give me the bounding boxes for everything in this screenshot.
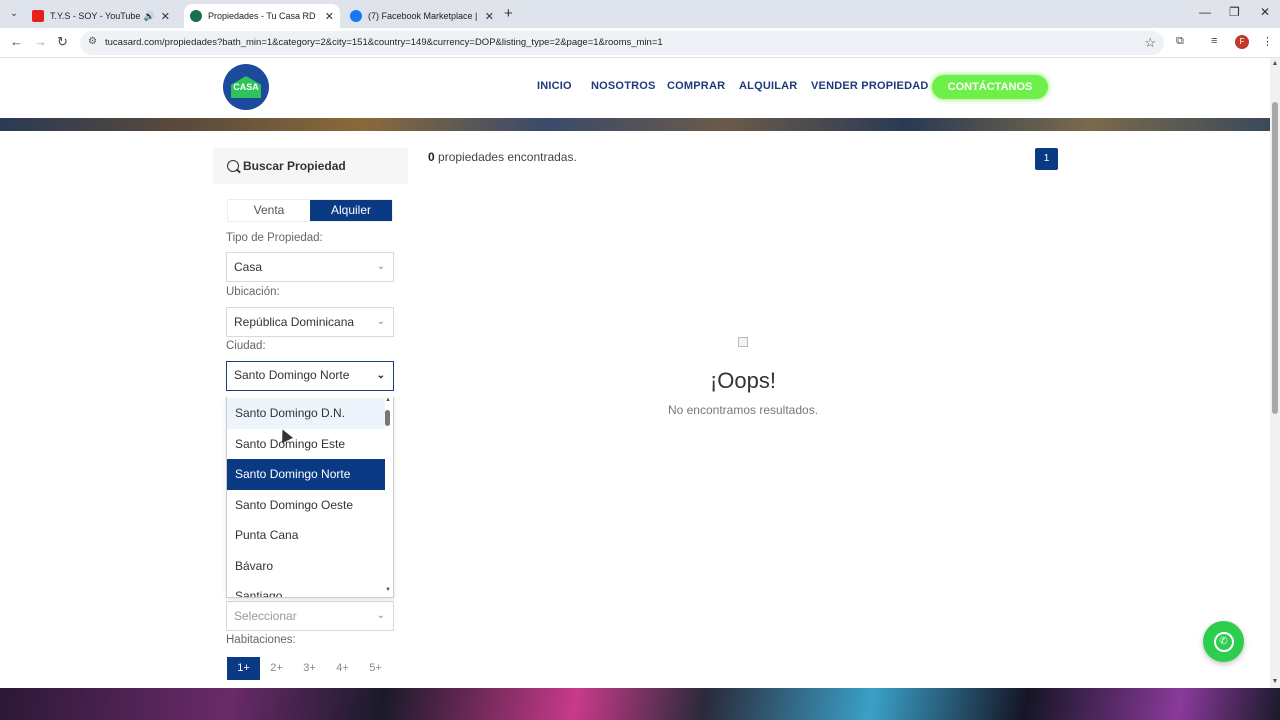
results-count-number: 0 [428, 150, 435, 164]
scrollbar-thumb[interactable] [1272, 102, 1278, 414]
forward-icon[interactable]: → [34, 34, 47, 49]
tipo-select[interactable]: Casa ⌄ [226, 252, 394, 282]
ciudad-label: Ciudad: [226, 340, 266, 352]
city-dropdown-list: Santo Domingo D.N. Santo Domingo Este Sa… [226, 397, 394, 598]
address-bar[interactable]: ⚙ tucasard.com/propiedades?bath_min=1&ca… [80, 31, 1164, 55]
tab-search-chevron-icon[interactable]: ⌄ [6, 6, 22, 22]
listing-type-toggle: Venta Alquiler [227, 199, 393, 222]
whatsapp-button[interactable]: ✆ [1203, 621, 1244, 662]
minimize-icon[interactable]: — [1199, 5, 1211, 19]
ubicacion-select[interactable]: República Dominicana ⌄ [226, 307, 394, 337]
results-count: 0 propiedades encontradas. [428, 150, 577, 164]
ubicacion-select-value: República Dominicana [234, 315, 355, 329]
back-icon[interactable]: ← [10, 34, 23, 49]
page-scrollbar[interactable]: ▲ ▼ [1270, 58, 1280, 688]
footer-banner-image [0, 688, 1280, 720]
sidebar-header: Buscar Propiedad [213, 148, 408, 184]
rooms-option-4[interactable]: 4+ [326, 657, 359, 680]
scroll-up-icon[interactable]: ▲ [383, 397, 393, 403]
tipo-select-value: Casa [234, 260, 263, 274]
hero-banner-image [0, 118, 1270, 131]
ubicacion-label: Ubicación: [226, 286, 280, 298]
close-tab-icon[interactable]: ✕ [161, 10, 170, 23]
rooms-option-3[interactable]: 3+ [293, 657, 326, 680]
city-option[interactable]: Santo Domingo D.N. [227, 398, 385, 429]
menu-kebab-icon[interactable]: ⋮ [1262, 35, 1273, 48]
new-tab-icon[interactable]: + [504, 5, 513, 22]
browser-toolbar: ← → ↻ ⚙ tucasard.com/propiedades?bath_mi… [0, 28, 1280, 58]
rooms-option-2[interactable]: 2+ [260, 657, 293, 680]
nav-alquilar[interactable]: ALQUILAR [739, 80, 797, 92]
scroll-down-icon[interactable]: ▼ [383, 587, 393, 593]
search-icon [227, 160, 239, 172]
profile-avatar[interactable]: F [1235, 35, 1249, 49]
dropdown-scrollbar[interactable]: ▲ ▼ [383, 397, 393, 597]
contact-button[interactable]: CONTÁCTANOS [932, 75, 1048, 99]
media-icon[interactable]: ≡ [1211, 35, 1217, 47]
bookmark-star-icon[interactable]: ☆ [1144, 35, 1156, 51]
city-option[interactable]: Santo Domingo Este [227, 429, 385, 460]
dropdown-scrollbar-thumb[interactable] [385, 410, 390, 426]
secondary-select-placeholder: Seleccionar [234, 609, 297, 623]
close-window-icon[interactable]: ✕ [1260, 5, 1270, 19]
chevron-down-icon: ⌄ [376, 370, 385, 381]
tucasard-favicon-icon [190, 10, 202, 22]
browser-tab-bar: ⌄ T.Y.S - SOY - YouTube 🔊 ✕ Propiedades … [0, 0, 1280, 28]
tipo-label: Tipo de Propiedad: [226, 232, 323, 244]
chevron-down-icon: ⌄ [376, 316, 385, 327]
speaker-icon[interactable]: 🔊 [144, 11, 155, 22]
city-option[interactable]: Santo Domingo Oeste [227, 490, 385, 521]
house-logo-icon: CASA [231, 76, 261, 98]
close-tab-icon[interactable]: ✕ [485, 10, 494, 23]
rooms-option-5[interactable]: 5+ [359, 657, 392, 680]
city-option-selected[interactable]: Santo Domingo Norte [227, 459, 385, 490]
chevron-down-icon: ⌄ [376, 610, 385, 621]
rooms-selector: 1+ 2+ 3+ 4+ 5+ [227, 657, 392, 680]
url-text[interactable]: tucasard.com/propiedades?bath_min=1&cate… [105, 37, 663, 48]
empty-state-title: ¡Oops! [709, 368, 777, 393]
close-tab-icon[interactable]: ✕ [325, 10, 334, 23]
tab-youtube[interactable]: T.Y.S - SOY - YouTube 🔊 ✕ [26, 4, 176, 28]
reload-icon[interactable]: ↻ [57, 34, 68, 50]
scroll-down-icon[interactable]: ▼ [1270, 678, 1280, 685]
city-option[interactable]: Bávaro [227, 551, 385, 582]
secondary-select[interactable]: Seleccionar ⌄ [226, 601, 394, 631]
city-option[interactable]: Santiago [227, 581, 385, 597]
site-header: CASA INICIO NOSOTROS COMPRAR ALQUILAR VE… [0, 58, 1270, 118]
scroll-up-icon[interactable]: ▲ [1270, 60, 1280, 67]
results-count-text: propiedades encontradas. [438, 150, 577, 164]
site-info-icon[interactable]: ⚙ [88, 36, 97, 47]
extensions-icon[interactable]: ⧉ [1176, 35, 1184, 48]
empty-state-message: No encontramos resultados. [667, 403, 819, 417]
ciudad-select-value: Santo Domingo Norte [234, 368, 350, 382]
nav-nosotros[interactable]: NOSOTROS [591, 80, 656, 92]
habitaciones-label: Habitaciones: [226, 634, 296, 646]
tab-tucasard[interactable]: Propiedades - Tu Casa RD ✕ [184, 4, 340, 28]
pagination-page-1[interactable]: 1 [1035, 148, 1058, 170]
nav-vender-propiedad[interactable]: VENDER PROPIEDAD [811, 80, 929, 92]
chevron-down-icon: ⌄ [376, 261, 385, 272]
whatsapp-icon: ✆ [1213, 631, 1234, 652]
broken-image-icon [738, 337, 748, 347]
rooms-option-1[interactable]: 1+ [227, 657, 260, 680]
alquiler-button[interactable]: Alquiler [310, 200, 392, 221]
nav-inicio[interactable]: INICIO [537, 80, 572, 92]
youtube-favicon-icon [32, 10, 44, 22]
site-logo[interactable]: CASA [223, 64, 269, 110]
ciudad-select[interactable]: Santo Domingo Norte ⌄ [226, 361, 394, 391]
venta-button[interactable]: Venta [228, 200, 310, 221]
facebook-favicon-icon [350, 10, 362, 22]
tab-facebook[interactable]: (7) Facebook Marketplace | Face ✕ [344, 4, 500, 28]
sidebar-title: Buscar Propiedad [243, 159, 346, 173]
city-option[interactable]: Punta Cana [227, 520, 385, 551]
maximize-icon[interactable]: ❐ [1229, 5, 1240, 19]
nav-comprar[interactable]: COMPRAR [667, 80, 725, 92]
